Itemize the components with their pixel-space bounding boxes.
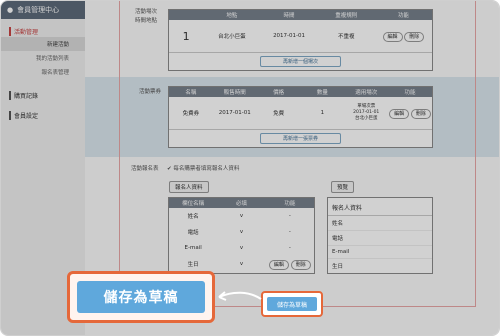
session-col-time: 時間 [283,13,295,19]
session-col-place: 地點 [226,13,238,19]
signup-fn: - [288,229,291,235]
signup-col-field: 欄位名稱 [182,201,205,207]
add-ticket-button[interactable]: 再新增一張票券 [259,132,341,144]
session-label-1: 活動場次 [135,9,158,15]
ticket-col-time: 販售時間 [223,90,246,96]
ticket-col-name: 名稱 [185,90,197,96]
signup-delete-button[interactable]: 刪除 [290,259,311,270]
session-table: 地點 時間 重複規則 功能 1 台北小巨蛋 2017-01-01 不重複 編輯 … [168,9,433,71]
ticket-add-row: 再新增一張票券 [169,129,432,146]
session-table-header: 地點 時間 重複規則 功能 [169,10,432,20]
ticket-col-applies: 適用場次 [355,90,378,96]
sidebar-section-label: 購買記錄 [14,92,39,100]
guide-line [475,1,476,306]
ticket-price: 免費 [273,111,285,117]
sidebar-section-settings[interactable]: 會員設定 [1,109,85,121]
preview-field: 電話 [328,231,432,246]
sidebar-item-new-activity[interactable]: 新建活動 [1,37,85,51]
ticket-table: 名稱 販售時間 價格 數量 適用場次 功能 免費券 2017-01-01 免費 … [168,86,433,148]
ticket-delete-button[interactable]: 刪除 [410,108,431,119]
session-col-repeat: 重複規則 [335,13,358,19]
user-icon: ● [7,6,14,14]
signup-fn: - [288,245,291,251]
ticket-col-price: 價格 [273,90,285,96]
signup-col-fn: 功能 [284,201,296,207]
signup-field: 生日 [187,262,199,268]
session-repeat: 不重複 [337,34,355,40]
signup-row: 生日 v 編輯 刪除 [169,256,314,272]
sidebar-title: 會員管理中心 [17,6,60,14]
section-bar-icon [9,110,11,120]
signup-row: 姓名 v - [169,208,314,224]
save-draft-zoom-callout: 儲存為草稿 [67,271,215,323]
preview-tag[interactable]: 預覽 [331,181,355,193]
save-draft-button[interactable]: 儲存為草稿 [261,291,323,317]
ticket-name: 免費券 [182,111,200,117]
sidebar-section-purchases[interactable]: 購買記錄 [1,89,85,101]
signup-checkbox[interactable]: ✔ 每名購票者填寫報名人資料 [167,164,239,172]
preview-field: 生日 [332,264,344,270]
sidebar-section-label: 活動管理 [14,28,39,36]
session-place: 台北小巨蛋 [218,34,246,40]
session-edit-button[interactable]: 編輯 [382,31,403,42]
session-add-row: 再新增一個場次 [169,52,432,69]
sidebar-item-forms[interactable]: 報名表管理 [1,65,85,79]
signup-field: E-mail [184,245,202,251]
sidebar-section-activity[interactable]: 活動管理 [1,25,85,37]
add-session-button[interactable]: 再新增一個場次 [259,55,341,67]
preview-field: 姓名 [328,216,432,231]
session-date: 2017-01-01 [273,33,306,39]
session-col-fn: 功能 [397,13,409,19]
signup-table: 欄位名稱 必填 功能 姓名 v - 電話 v - E-mail v - 生日 v 編輯 刪除 [168,197,315,274]
signup-edit-button[interactable]: 編輯 [268,259,289,270]
signup-field: 電話 [187,230,199,236]
sidebar-header: ● 會員管理中心 [1,1,85,19]
preview-title: 報名人資料 [328,198,432,216]
signup-req: v [239,213,244,219]
signup-checkbox-text: 每名購票者填寫報名人資料 [173,166,240,172]
session-row: 1 台北小巨蛋 2017-01-01 不重複 編輯 刪除 [169,20,432,52]
ticket-row: 免費券 2017-01-01 免費 1 單場次票 2017-01-01 台北小巨… [169,97,432,129]
signup-label: 活動報名表 [131,166,159,172]
signup-req: v [239,229,244,235]
sidebar-section-label: 會員設定 [14,112,39,120]
signup-tag-left[interactable]: 報名人資料 [169,181,209,193]
ticket-qty: 1 [320,110,325,116]
signup-row: 電話 v - [169,224,314,240]
guide-line [119,1,120,306]
signup-table-header: 欄位名稱 必填 功能 [169,198,314,208]
sidebar-item-my-activities[interactable]: 我的活動列表 [1,51,85,65]
section-bar-icon [9,90,11,100]
ticket-edit-button[interactable]: 編輯 [389,108,410,119]
save-draft-button-label: 儲存為草稿 [267,297,317,311]
session-delete-button[interactable]: 刪除 [404,31,425,42]
ticket-col-qty: 數量 [316,90,328,96]
signup-fn: - [288,213,291,219]
ticket-table-header: 名稱 販售時間 價格 數量 適用場次 功能 [169,87,432,97]
session-index: 1 [182,29,190,43]
ticket-col-fn: 功能 [404,90,416,96]
ticket-label: 活動票券 [139,89,162,95]
ticket-applies-place: 台北小巨蛋 [354,116,378,121]
ticket-date: 2017-01-01 [218,110,251,116]
preview-field: E-mail [328,246,432,259]
save-draft-zoom-label: 儲存為草稿 [77,281,205,313]
signup-row: E-mail v - [169,240,314,256]
preview-panel: 報名人資料 姓名 電話 E-mail 生日 [327,197,433,274]
session-label-2: 時間地點 [135,18,158,24]
app-window: ● 會員管理中心 活動管理 新建活動 我的活動列表 報名表管理 購買記錄 會員設… [0,0,500,336]
signup-col-req: 必填 [235,201,247,207]
ticket-applies: 單場次票 2017-01-01 台北小巨蛋 [344,104,388,122]
callout-arrow-icon [218,291,262,301]
signup-field: 姓名 [187,214,199,220]
section-bar-icon [9,26,11,36]
signup-req: v [239,261,244,267]
signup-req: v [239,245,244,251]
